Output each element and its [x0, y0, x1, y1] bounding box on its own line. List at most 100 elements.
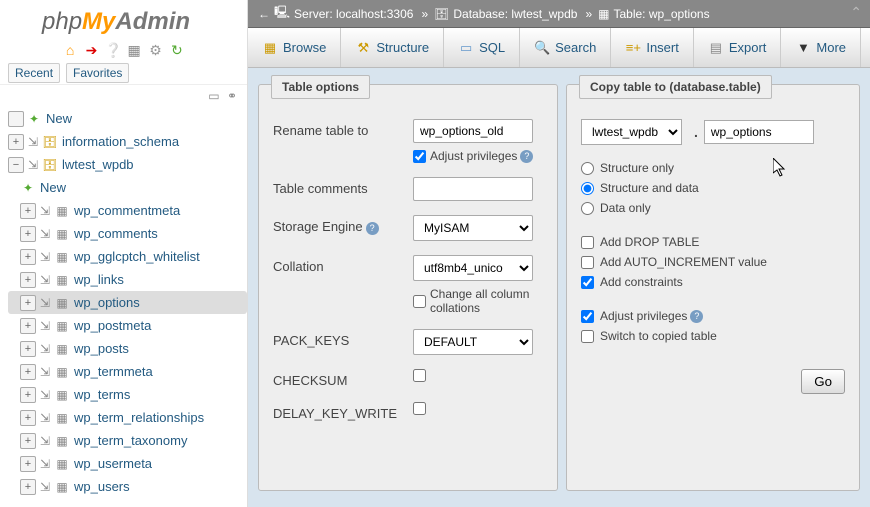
home-icon[interactable]: ⌂ — [62, 42, 78, 58]
engine-select[interactable]: MyISAM — [413, 215, 533, 241]
breadcrumb-server[interactable]: Server: localhost:3306 — [294, 7, 413, 21]
quick-link-icon[interactable]: ⇲ — [38, 227, 52, 241]
expand-icon[interactable]: + — [20, 479, 36, 495]
new-icon: ✦ — [20, 180, 36, 196]
expand-icon[interactable] — [8, 111, 24, 127]
db-icon: 🗄 — [42, 134, 58, 150]
copy-table-legend[interactable]: Copy table to (database.table) — [579, 75, 772, 99]
go-button[interactable]: Go — [801, 369, 845, 394]
table-icon: ▦ — [54, 203, 70, 219]
tree-table-wp_termmeta[interactable]: +⇲▦wp_termmeta — [8, 360, 247, 383]
quick-link-icon[interactable]: ⇲ — [38, 365, 52, 379]
constraints-checkbox[interactable] — [581, 276, 594, 289]
structure-data-radio[interactable] — [581, 182, 594, 195]
tree-db-info-schema[interactable]: +⇲🗄information_schema — [8, 130, 247, 153]
tree-db-new[interactable]: ✦New — [8, 176, 247, 199]
help-icon[interactable]: ? — [520, 150, 533, 163]
docs-icon[interactable]: ❔ — [105, 42, 121, 58]
tree-table-wp_term_relationships[interactable]: +⇲▦wp_term_relationships — [8, 406, 247, 429]
tree-table-wp_posts[interactable]: +⇲▦wp_posts — [8, 337, 247, 360]
expand-icon[interactable]: + — [20, 364, 36, 380]
tree-table-wp_commentmeta[interactable]: +⇲▦wp_commentmeta — [8, 199, 247, 222]
quick-link-icon[interactable]: ⇲ — [38, 388, 52, 402]
favorites-tab[interactable]: Favorites — [66, 63, 129, 83]
tree-table-wp_term_taxonomy[interactable]: +⇲▦wp_term_taxonomy — [8, 429, 247, 452]
tree-table-wp_comments[interactable]: +⇲▦wp_comments — [8, 222, 247, 245]
comments-input[interactable] — [413, 177, 533, 201]
recent-tab[interactable]: Recent — [8, 63, 60, 83]
auto-inc-checkbox[interactable] — [581, 256, 594, 269]
tree-table-wp_options[interactable]: +⇲▦wp_options — [8, 291, 247, 314]
quick-link-icon[interactable]: ⇲ — [38, 342, 52, 356]
quick-link-icon[interactable]: ⇲ — [38, 480, 52, 494]
rename-input[interactable] — [413, 119, 533, 143]
tab-browse[interactable]: ▦Browse — [248, 28, 341, 67]
quick-link-icon[interactable]: ⇲ — [38, 250, 52, 264]
quick-link-icon[interactable]: ⇲ — [26, 158, 40, 172]
tab-insert[interactable]: ≡+Insert — [611, 28, 694, 67]
pack-keys-select[interactable]: DEFAULT — [413, 329, 533, 355]
expand-icon[interactable]: + — [20, 410, 36, 426]
collation-select[interactable]: utf8mb4_unico — [413, 255, 533, 281]
quick-link-icon[interactable]: ⇲ — [26, 135, 40, 149]
logout-icon[interactable]: ➔ — [83, 42, 99, 58]
server-icon: 🖳 — [274, 3, 290, 24]
quick-link-icon[interactable]: ⇲ — [38, 273, 52, 287]
expand-icon[interactable]: + — [20, 249, 36, 265]
expand-icon[interactable]: + — [8, 134, 24, 150]
data-only-radio[interactable] — [581, 202, 594, 215]
breadcrumb-db[interactable]: Database: lwtest_wpdb — [453, 7, 577, 21]
tree-table-wp_terms[interactable]: +⇲▦wp_terms — [8, 383, 247, 406]
db-icon: 🗄 — [42, 157, 58, 173]
adjust-privileges-checkbox[interactable] — [413, 150, 426, 163]
tab-search[interactable]: 🔍Search — [520, 28, 611, 67]
table-options-legend[interactable]: Table options — [271, 75, 370, 99]
expand-icon[interactable]: + — [20, 203, 36, 219]
collapse-arrow-icon[interactable]: ⌃ — [850, 4, 862, 21]
structure-only-radio[interactable] — [581, 162, 594, 175]
expand-icon[interactable]: + — [20, 295, 36, 311]
link-icon[interactable]: ⚭ — [227, 89, 237, 103]
quick-link-icon[interactable]: ⇲ — [38, 457, 52, 471]
engine-label: Storage Engine — [273, 219, 363, 234]
tab-structure[interactable]: ⚒Structure — [341, 28, 444, 67]
quick-link-icon[interactable]: ⇲ — [38, 434, 52, 448]
expand-icon[interactable]: + — [20, 226, 36, 242]
drop-table-checkbox[interactable] — [581, 236, 594, 249]
copy-table-input[interactable] — [704, 120, 814, 144]
expand-icon[interactable]: + — [20, 341, 36, 357]
tree-table-wp_gglcptch_whitelist[interactable]: +⇲▦wp_gglcptch_whitelist — [8, 245, 247, 268]
checksum-checkbox[interactable] — [413, 369, 426, 382]
collapse-all-icon[interactable]: ▭ — [208, 89, 219, 103]
tab-more[interactable]: ▼More — [781, 28, 861, 67]
tree-table-wp_postmeta[interactable]: +⇲▦wp_postmeta — [8, 314, 247, 337]
expand-icon[interactable]: + — [20, 456, 36, 472]
tree-table-wp_usermeta[interactable]: +⇲▦wp_usermeta — [8, 452, 247, 475]
tree-db-lwtest[interactable]: −⇲🗄lwtest_wpdb — [8, 153, 247, 176]
expand-icon[interactable]: + — [20, 387, 36, 403]
sql-icon[interactable]: ▦ — [126, 42, 142, 58]
copy-db-select[interactable]: lwtest_wpdb — [581, 119, 682, 145]
copy-adjust-priv-checkbox[interactable] — [581, 310, 594, 323]
tree-table-wp_links[interactable]: +⇲▦wp_links — [8, 268, 247, 291]
tab-sql[interactable]: ▭SQL — [444, 28, 520, 67]
expand-icon[interactable]: − — [8, 157, 24, 173]
tab-export[interactable]: ▤Export — [694, 28, 782, 67]
switch-checkbox[interactable] — [581, 330, 594, 343]
expand-icon[interactable]: + — [20, 433, 36, 449]
quick-link-icon[interactable]: ⇲ — [38, 411, 52, 425]
tree-table-wp_users[interactable]: +⇲▦wp_users — [8, 475, 247, 498]
tree-new[interactable]: ✦New — [8, 107, 247, 130]
quick-link-icon[interactable]: ⇲ — [38, 319, 52, 333]
expand-icon[interactable]: + — [20, 272, 36, 288]
settings-icon[interactable]: ⚙ — [148, 42, 164, 58]
change-collations-checkbox[interactable] — [413, 295, 426, 308]
expand-icon[interactable]: + — [20, 318, 36, 334]
quick-link-icon[interactable]: ⇲ — [38, 296, 52, 310]
breadcrumb-table[interactable]: Table: wp_options — [613, 7, 709, 21]
help-icon[interactable]: ? — [690, 310, 703, 323]
quick-link-icon[interactable]: ⇲ — [38, 204, 52, 218]
delay-checkbox[interactable] — [413, 402, 426, 415]
help-icon[interactable]: ? — [366, 222, 379, 235]
reload-icon[interactable]: ↻ — [169, 42, 185, 58]
